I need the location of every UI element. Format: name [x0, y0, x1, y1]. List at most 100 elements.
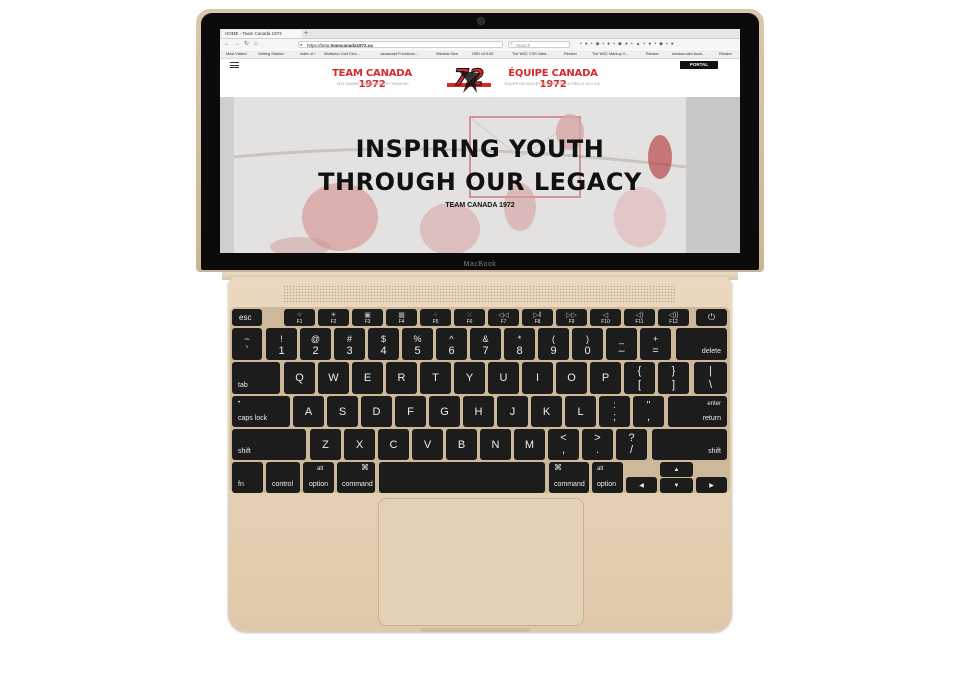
key-5[interactable]: % 5: [402, 328, 433, 360]
key-q[interactable]: Q: [284, 362, 315, 394]
key-n[interactable]: N: [480, 429, 511, 460]
key-caps-lock[interactable]: • caps lock: [232, 396, 290, 427]
bookmark-item[interactable]: HSD v3.5.62: [472, 51, 494, 57]
search-input[interactable]: Search: [508, 41, 570, 48]
key-o[interactable]: O: [556, 362, 587, 394]
key-f11[interactable]: ◁) F11: [624, 309, 655, 326]
bookmark-item[interactable]: Most Visited: [226, 51, 247, 57]
key-bracket-left[interactable]: {[: [624, 362, 655, 394]
key-3[interactable]: #3: [334, 328, 365, 360]
key-delete[interactable]: delete: [676, 328, 727, 360]
key-power[interactable]: ⏻: [696, 309, 727, 326]
site-title-fr[interactable]: ÉQUIPE CANADA 1972: [500, 68, 606, 90]
hamburger-menu-icon[interactable]: [230, 62, 239, 68]
key-6[interactable]: ^ 6: [436, 328, 467, 360]
key-backtick[interactable]: ~ `: [232, 328, 262, 360]
key-r[interactable]: R: [386, 362, 417, 394]
key-f5[interactable]: ⁘ F5: [420, 309, 451, 326]
bookmark-item[interactable]: Javascript Functions...: [380, 51, 418, 57]
key-w[interactable]: W: [318, 362, 349, 394]
key-f[interactable]: F: [395, 396, 426, 427]
key-m[interactable]: M: [514, 429, 545, 460]
key-f2[interactable]: ☀ F2: [318, 309, 349, 326]
key-d[interactable]: D: [361, 396, 392, 427]
key-l[interactable]: L: [565, 396, 596, 427]
key-e[interactable]: E: [352, 362, 383, 394]
bookmark-item[interactable]: window-size-book...: [672, 51, 705, 57]
key-tab[interactable]: tab: [232, 362, 280, 394]
key-f12[interactable]: ◁)) F12: [658, 309, 689, 326]
key-7[interactable]: & 7: [470, 328, 501, 360]
bookmark-item[interactable]: Resizer: [646, 51, 659, 57]
key-command-right[interactable]: ⌘ command: [549, 462, 589, 493]
key-g[interactable]: G: [429, 396, 460, 427]
key-i[interactable]: I: [522, 362, 553, 394]
key-v[interactable]: V: [412, 429, 443, 460]
key-space[interactable]: [379, 462, 545, 493]
portal-button[interactable]: PORTAL: [680, 61, 718, 69]
key-semicolon[interactable]: :;: [599, 396, 630, 427]
key-c[interactable]: C: [378, 429, 409, 460]
key-quote[interactable]: ",: [633, 396, 664, 427]
key-k[interactable]: K: [531, 396, 562, 427]
url-bar[interactable]: https://beta.teamcanada1972.ca: [298, 41, 503, 48]
key-f6[interactable]: ⁙ F6: [454, 309, 485, 326]
back-icon[interactable]: ←: [224, 39, 230, 49]
reload-icon[interactable]: ↻: [244, 39, 249, 49]
site-logo[interactable]: 72: [445, 63, 493, 95]
key-command-left[interactable]: ⌘ command: [337, 462, 375, 493]
new-tab-button[interactable]: +: [304, 29, 308, 38]
key-t[interactable]: T: [420, 362, 451, 394]
site-title-en[interactable]: TEAM CANADA 1972: [324, 68, 420, 90]
key-fn[interactable]: fn: [232, 462, 263, 493]
key-bracket-right[interactable]: }]: [658, 362, 689, 394]
bookmark-item[interactable]: The W3C Markup V...: [592, 51, 628, 57]
key-arrow-left[interactable]: ◀: [626, 477, 657, 493]
key-0[interactable]: ) 0: [572, 328, 603, 360]
key-f3[interactable]: ▣ F3: [352, 309, 383, 326]
key-z[interactable]: Z: [310, 429, 341, 460]
key-9[interactable]: (9: [538, 328, 569, 360]
key-control[interactable]: control: [266, 462, 300, 493]
key-f1[interactable]: ☼ F1: [284, 309, 315, 326]
key-h[interactable]: H: [463, 396, 494, 427]
key-arrow-down[interactable]: ▼: [660, 478, 693, 493]
key-period[interactable]: >.: [582, 429, 613, 460]
key-f8[interactable]: ▷‖ F8: [522, 309, 553, 326]
browser-tab[interactable]: HOME - Team Canada 1972: [222, 30, 302, 38]
key-minus[interactable]: _ –: [606, 328, 637, 360]
key-x[interactable]: X: [344, 429, 375, 460]
key-1[interactable]: ! 1: [266, 328, 297, 360]
key-p[interactable]: P: [590, 362, 621, 394]
toolbar-extension-icons[interactable]: ▪●▪◆▪●▪◆●▪▲▪●▪◆▪●: [580, 41, 738, 48]
key-arrow-right[interactable]: ▶: [696, 477, 727, 493]
bookmark-item[interactable]: Getting Started: [258, 51, 284, 57]
key-s[interactable]: S: [327, 396, 358, 427]
bookmark-item[interactable]: index of /: [300, 51, 315, 57]
key-return[interactable]: enter return: [668, 396, 727, 427]
key-f4[interactable]: ▦ F4: [386, 309, 417, 326]
key-8[interactable]: * 8: [504, 328, 535, 360]
bookmark-item[interactable]: Wolfsdon Golf Club...: [324, 51, 360, 57]
key-option-left[interactable]: alt option: [303, 462, 334, 493]
key-option-right[interactable]: alt option: [592, 462, 623, 493]
key-f7[interactable]: ◁◁ F7: [488, 309, 519, 326]
key-a[interactable]: A: [293, 396, 324, 427]
home-icon[interactable]: ⌂: [254, 39, 258, 49]
key-shift-left[interactable]: shift: [232, 429, 306, 460]
key-backslash[interactable]: | \: [694, 362, 727, 394]
key-comma[interactable]: <,: [548, 429, 579, 460]
key-shift-right[interactable]: shift: [652, 429, 727, 460]
bookmark-item[interactable]: Window Size: [436, 51, 458, 57]
key-f10[interactable]: ◁ F10: [590, 309, 621, 326]
key-4[interactable]: $4: [368, 328, 399, 360]
key-equals[interactable]: + =: [640, 328, 671, 360]
bookmark-item[interactable]: The W3C CSS Valid...: [512, 51, 549, 57]
key-j[interactable]: J: [497, 396, 528, 427]
key-u[interactable]: U: [488, 362, 519, 394]
key-2[interactable]: @2: [300, 328, 331, 360]
key-b[interactable]: B: [446, 429, 477, 460]
key-y[interactable]: Y: [454, 362, 485, 394]
key-arrow-up[interactable]: ▲: [660, 462, 693, 477]
key-esc[interactable]: esc: [232, 309, 262, 326]
